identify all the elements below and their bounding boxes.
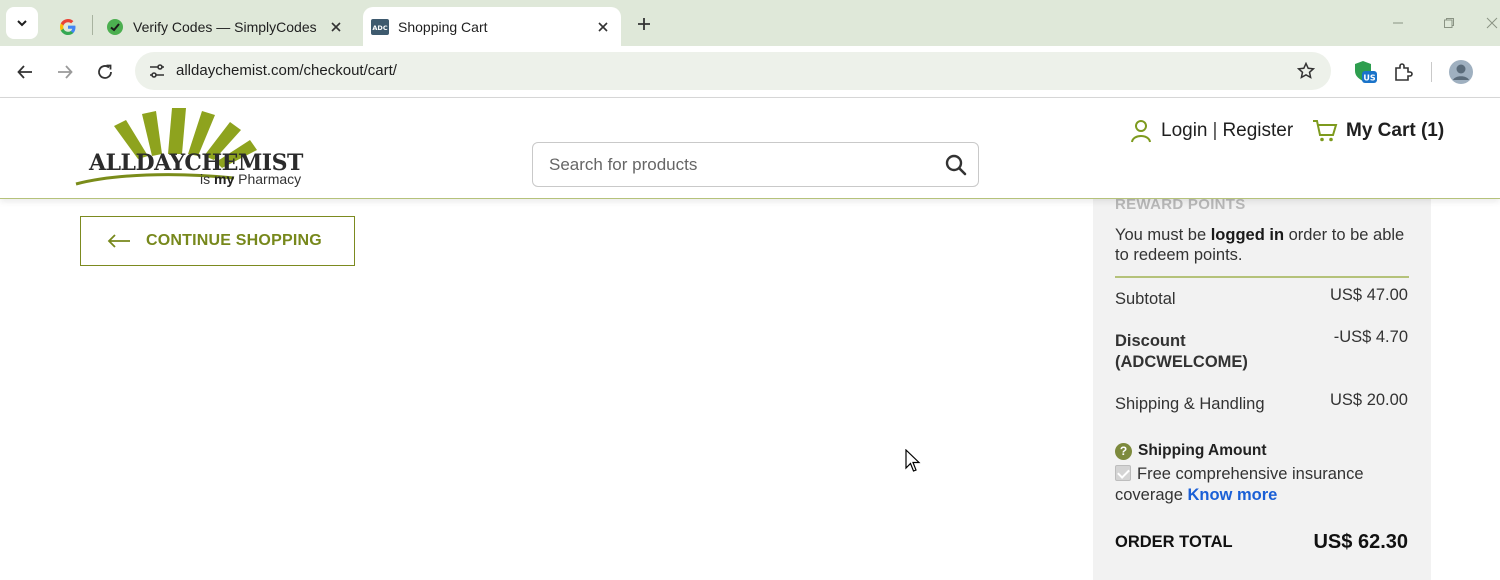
close-icon (1486, 17, 1498, 29)
order-total-label: ORDER TOTAL (1115, 533, 1233, 551)
insurance-checkbox[interactable] (1115, 465, 1131, 481)
minimize-icon (1393, 22, 1403, 24)
tab-shopping-cart[interactable]: ADC Shopping Cart (363, 7, 621, 46)
site-info-icon[interactable] (143, 57, 171, 85)
extension-badge-text: US (1363, 74, 1375, 83)
cart-label: My Cart (1) (1346, 120, 1445, 141)
url-text: alldaychemist.com/checkout/cart/ (176, 62, 397, 79)
shipping-amount-label: Shipping Amount (1138, 442, 1267, 459)
tab-separator (92, 15, 93, 35)
tab-simplycodes[interactable]: Verify Codes — SimplyCodes (98, 7, 354, 46)
adc-favicon-text: ADC (372, 24, 387, 32)
arrow-left-icon (17, 65, 32, 79)
forward-button[interactable] (48, 55, 82, 89)
tab-title: Shopping Cart (398, 18, 488, 35)
my-cart-link[interactable]: My Cart (1) (1312, 118, 1444, 144)
profile-avatar-icon[interactable] (1446, 57, 1476, 87)
extensions-puzzle-icon[interactable] (1388, 57, 1418, 87)
toolbar-separator (1431, 62, 1432, 82)
site-header: ALLDAYCHEMIST is my Pharmacy Login | Reg… (0, 98, 1500, 199)
summary-divider (1115, 276, 1409, 278)
restore-button[interactable] (1435, 10, 1463, 36)
arrow-left-icon (107, 234, 130, 248)
subtotal-value: US$ 47.00 (1330, 286, 1408, 304)
new-tab-button[interactable] (630, 10, 658, 38)
reload-button[interactable] (88, 55, 122, 89)
tab-search-button[interactable] (6, 7, 38, 39)
chevron-down-icon (17, 20, 27, 27)
tab-google[interactable] (50, 7, 86, 46)
arrow-right-icon (58, 65, 73, 79)
login-link[interactable]: Login (1161, 120, 1208, 142)
browser-tab-bar: Verify Codes — SimplyCodes ADC Shopping … (0, 0, 1500, 46)
login-register-separator: | (1212, 120, 1218, 141)
know-more-link[interactable]: Know more (1187, 486, 1277, 504)
account-links: Login | Register (1128, 118, 1293, 144)
address-bar[interactable]: alldaychemist.com/checkout/cart/ (135, 52, 1331, 90)
discount-value: -US$ 4.70 (1333, 328, 1408, 346)
bookmark-star-icon[interactable] (1295, 60, 1317, 82)
shipping-amount: ? Shipping Amount (1115, 442, 1267, 460)
help-icon[interactable]: ? (1115, 442, 1132, 460)
adc-icon: ADC (371, 18, 389, 36)
continue-shopping-label: CONTINUE SHOPPING (146, 232, 322, 249)
reload-icon (98, 64, 112, 79)
back-button[interactable] (8, 55, 42, 89)
continue-shopping-button[interactable]: CONTINUE SHOPPING (80, 216, 355, 266)
close-window-button[interactable] (1484, 10, 1500, 36)
discount-label: Discount (ADCWELCOME) (1115, 332, 1248, 371)
close-icon[interactable] (593, 17, 613, 37)
search-input[interactable] (549, 154, 929, 176)
logo-tagline: is my Pharmacy (200, 171, 302, 187)
reward-points-text: You must be logged in order to be able t… (1115, 226, 1405, 264)
search-icon[interactable] (944, 153, 968, 177)
cart-icon (1313, 120, 1338, 142)
subtotal-label: Subtotal (1115, 290, 1176, 308)
minimize-button[interactable] (1384, 10, 1412, 36)
order-total-value: US$ 62.30 (1313, 531, 1408, 553)
logged-in-link[interactable]: logged in (1211, 226, 1284, 244)
browser-toolbar: alldaychemist.com/checkout/cart/ US (0, 46, 1500, 98)
shipping-value: US$ 20.00 (1330, 391, 1408, 409)
extension-vpn-icon[interactable]: US (1350, 57, 1380, 87)
plus-icon (638, 18, 650, 30)
mouse-cursor-icon (905, 449, 921, 472)
insurance-option: Free comprehensive insurance coverage Kn… (1115, 464, 1415, 506)
close-icon[interactable] (326, 17, 346, 37)
tab-title: Verify Codes — SimplyCodes (133, 18, 317, 35)
alldaychemist-logo[interactable]: ALLDAYCHEMIST is my Pharmacy (74, 104, 319, 190)
simplycodes-icon (106, 18, 124, 36)
restore-icon (1444, 18, 1454, 28)
register-link[interactable]: Register (1222, 120, 1293, 142)
shipping-label: Shipping & Handling (1115, 395, 1265, 413)
user-icon (1131, 120, 1151, 143)
product-search (532, 142, 979, 187)
google-icon (60, 18, 76, 35)
